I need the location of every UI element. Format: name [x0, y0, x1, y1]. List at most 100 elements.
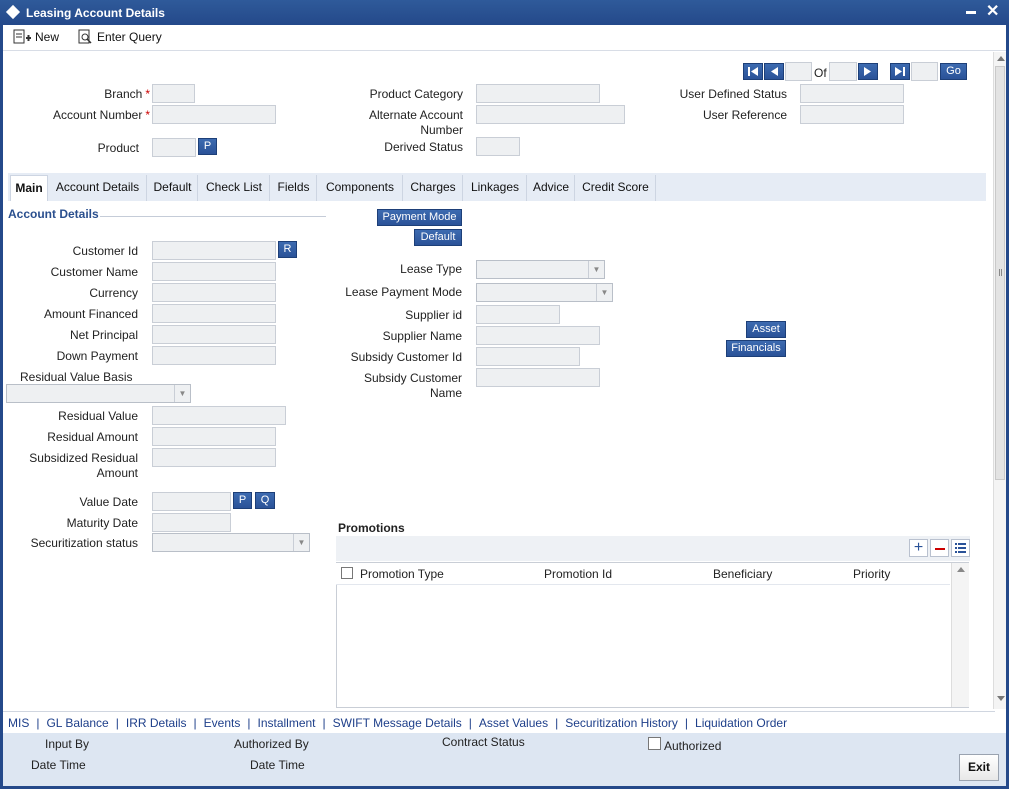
value-date-input[interactable] — [152, 492, 231, 511]
scroll-thumb[interactable] — [995, 66, 1005, 480]
customer-id-input[interactable] — [152, 241, 276, 260]
residual-amount-label: Residual Amount — [47, 430, 138, 444]
customer-id-lookup-button[interactable]: R — [278, 241, 297, 258]
column-promotion-id[interactable]: Promotion Id — [544, 567, 612, 581]
link-liquidation-order[interactable]: Liquidation Order — [695, 716, 787, 730]
add-row-icon[interactable]: + — [909, 539, 928, 557]
main-scrollbar[interactable] — [993, 52, 1006, 709]
lease-type-select[interactable]: ▼ — [476, 260, 605, 279]
currency-input[interactable] — [152, 283, 276, 302]
subsidized-residual-amount-input[interactable] — [152, 448, 276, 467]
scroll-down-icon[interactable] — [997, 696, 1005, 701]
down-payment-input[interactable] — [152, 346, 276, 365]
tab-fields[interactable]: Fields — [271, 175, 317, 201]
link-asset-values[interactable]: Asset Values — [479, 716, 548, 730]
go-button[interactable]: Go — [940, 63, 967, 80]
residual-value-input[interactable] — [152, 406, 286, 425]
financials-button[interactable]: Financials — [726, 340, 786, 357]
select-all-checkbox[interactable] — [341, 567, 353, 579]
promotions-scrollbar[interactable] — [951, 563, 969, 707]
exit-button[interactable]: Exit — [959, 754, 999, 781]
tab-charges[interactable]: Charges — [404, 175, 463, 201]
link-installment[interactable]: Installment — [257, 716, 315, 730]
branch-label: Branch * — [40, 87, 150, 102]
customer-name-input[interactable] — [152, 262, 276, 281]
subsidy-customer-name-input[interactable] — [476, 368, 600, 387]
required-marker: * — [145, 87, 150, 101]
required-marker: * — [145, 108, 150, 122]
value-date-p-button[interactable]: P — [233, 492, 252, 509]
alternate-account-number-input[interactable] — [476, 105, 625, 124]
link-separator: | — [36, 715, 40, 730]
asset-button[interactable]: Asset — [746, 321, 786, 338]
column-promotion-type[interactable]: Promotion Type — [360, 567, 444, 581]
account-number-label-text: Account Number — [52, 108, 143, 122]
tab-components[interactable]: Components — [318, 175, 403, 201]
authorized-label: Authorized — [664, 739, 722, 753]
tab-main[interactable]: Main — [10, 175, 48, 201]
new-document-icon — [13, 29, 31, 44]
next-record-icon — [864, 67, 871, 76]
subsidy-customer-id-label: Subsidy Customer Id — [350, 350, 462, 364]
chevron-down-icon: ▼ — [596, 284, 612, 301]
user-defined-status-input[interactable] — [800, 84, 904, 103]
tab-default[interactable]: Default — [148, 175, 198, 201]
link-separator: | — [193, 715, 197, 730]
maturity-date-input[interactable] — [152, 513, 231, 532]
total-records-input[interactable] — [829, 62, 857, 81]
next-record-button[interactable] — [858, 63, 878, 80]
supplier-id-label: Supplier id — [405, 308, 462, 322]
derived-status-input[interactable] — [476, 137, 520, 156]
first-record-icon — [748, 67, 758, 76]
product-input[interactable] — [152, 138, 196, 157]
previous-record-button[interactable] — [764, 63, 784, 80]
tab-advice[interactable]: Advice — [528, 175, 575, 201]
product-lookup-button[interactable]: P — [198, 138, 217, 155]
link-mis[interactable]: MIS — [8, 716, 29, 730]
payment-mode-button[interactable]: Payment Mode — [377, 209, 462, 226]
amount-financed-input[interactable] — [152, 304, 276, 323]
net-principal-input[interactable] — [152, 325, 276, 344]
link-irr-details[interactable]: IRR Details — [126, 716, 187, 730]
column-priority[interactable]: Priority — [853, 567, 890, 581]
value-date-label: Value Date — [79, 495, 138, 509]
scroll-up-icon[interactable] — [997, 56, 1005, 61]
column-beneficiary[interactable]: Beneficiary — [713, 567, 772, 581]
authorized-checkbox[interactable] — [648, 737, 661, 750]
tab-check-list[interactable]: Check List — [199, 175, 270, 201]
first-record-button[interactable] — [743, 63, 763, 80]
securitization-status-select[interactable]: ▼ — [152, 533, 310, 552]
tab-credit-score[interactable]: Credit Score — [576, 175, 656, 201]
tab-account-details[interactable]: Account Details — [49, 175, 147, 201]
link-securitization-history[interactable]: Securitization History — [565, 716, 678, 730]
link-gl-balance[interactable]: GL Balance — [46, 716, 108, 730]
link-events[interactable]: Events — [204, 716, 241, 730]
default-button[interactable]: Default — [414, 229, 462, 246]
delete-row-icon[interactable] — [930, 539, 949, 557]
subsidized-residual-label-line1: Subsidized Residual — [29, 451, 138, 465]
derived-status-label: Derived Status — [384, 140, 463, 154]
link-swift-message-details[interactable]: SWIFT Message Details — [333, 716, 462, 730]
last-record-button[interactable] — [890, 63, 910, 80]
goto-record-input[interactable] — [911, 62, 938, 81]
supplier-name-input[interactable] — [476, 326, 600, 345]
single-view-icon[interactable] — [951, 539, 970, 557]
user-reference-input[interactable] — [800, 105, 904, 124]
residual-amount-input[interactable] — [152, 427, 276, 446]
subsidy-customer-id-input[interactable] — [476, 347, 580, 366]
value-date-q-button[interactable]: Q — [255, 492, 275, 509]
link-separator: | — [247, 715, 251, 730]
scroll-up-icon[interactable] — [957, 567, 965, 572]
enter-query-button[interactable]: Enter Query — [77, 29, 162, 45]
new-button[interactable]: New — [13, 29, 59, 45]
current-record-input[interactable] — [785, 62, 812, 81]
product-category-input[interactable] — [476, 84, 600, 103]
residual-value-basis-select[interactable]: ▼ — [6, 384, 191, 403]
account-number-input[interactable] — [152, 105, 276, 124]
tab-linkages[interactable]: Linkages — [464, 175, 527, 201]
branch-input[interactable] — [152, 84, 195, 103]
minimize-icon[interactable]: ▬ — [966, 6, 976, 17]
lease-payment-mode-select[interactable]: ▼ — [476, 283, 613, 302]
close-icon[interactable]: ✕ — [986, 1, 999, 21]
supplier-id-input[interactable] — [476, 305, 560, 324]
